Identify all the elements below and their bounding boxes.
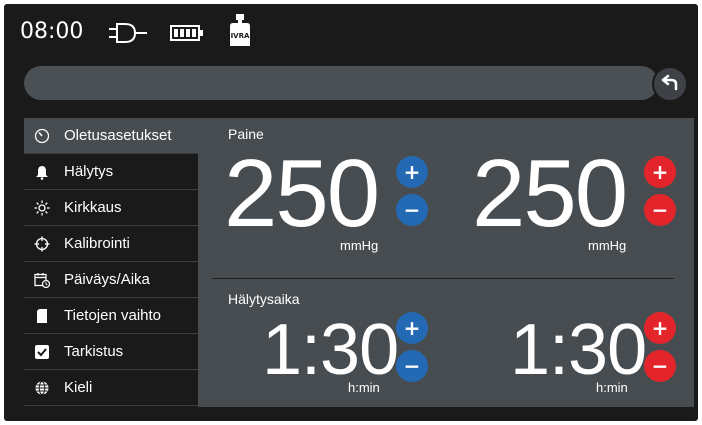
sidebar-item-label: Kieli — [64, 379, 93, 396]
sd-card-icon — [34, 308, 54, 324]
sidebar-item-kieli[interactable]: Kieli — [24, 370, 198, 406]
sidebar-item-halytys[interactable]: Hälytys — [24, 154, 198, 190]
plus-icon: + — [651, 316, 669, 340]
sidebar-item-label: Tarkistus — [64, 343, 124, 360]
plus-icon: + — [403, 316, 421, 340]
alarm-time-left-plus-button[interactable]: + — [396, 312, 428, 344]
alarm-time-title: Hälytysaika — [228, 291, 300, 307]
sidebar-item-label: Kirkkaus — [64, 199, 122, 216]
back-button[interactable] — [652, 66, 688, 102]
sun-icon — [34, 200, 54, 216]
alarm-time-right-value: 1:30 — [510, 310, 647, 390]
status-bar: 08:00 IVRA — [4, 4, 698, 60]
minus-icon: − — [403, 354, 421, 378]
pressure-left-plus-button[interactable]: + — [396, 156, 428, 188]
sidebar-item-paivays-aika[interactable]: Päiväys/Aika — [24, 262, 198, 298]
alarm-time-right-unit: h:min — [596, 380, 628, 395]
checkbox-icon — [34, 344, 54, 360]
sidebar-item-label: Oletusasetukset — [64, 127, 172, 144]
gauge-icon — [34, 128, 54, 144]
sidebar-item-tietojen-vaihto[interactable]: Tietojen vaihto — [24, 298, 198, 334]
svg-text:IVRA: IVRA — [231, 32, 250, 40]
clock: 08:00 — [20, 19, 84, 44]
calendar-clock-icon — [34, 272, 54, 288]
pressure-right-minus-button[interactable]: − — [644, 194, 676, 226]
pressure-right-unit: mmHg — [588, 238, 627, 253]
sidebar-item-tarkistus[interactable]: Tarkistus — [24, 334, 198, 370]
default-settings-panel: Paine 250 + − mmHg 250 + − mmHg Hälytysa… — [198, 118, 694, 407]
device-icon: IVRA — [227, 14, 253, 52]
bell-icon — [34, 164, 54, 180]
alarm-time-right-minus-button[interactable]: − — [644, 350, 676, 382]
plus-icon: + — [651, 160, 669, 184]
back-arrow-icon — [661, 73, 679, 95]
pressure-left-unit: mmHg — [340, 238, 379, 253]
globe-icon — [34, 380, 54, 396]
alarm-time-left-minus-button[interactable]: − — [396, 350, 428, 382]
settings-sidebar: Oletusasetukset Hälytys Kirkkaus Kalibro… — [24, 118, 198, 406]
sidebar-item-kirkkaus[interactable]: Kirkkaus — [24, 190, 198, 226]
pressure-right-plus-button[interactable]: + — [644, 156, 676, 188]
alarm-time-right-plus-button[interactable]: + — [644, 312, 676, 344]
device-screen: 08:00 IVRA Oletusasetukset Hälytys Kirkk… — [4, 4, 698, 421]
crosshair-icon — [34, 236, 54, 252]
sidebar-item-label: Tietojen vaihto — [64, 307, 162, 324]
plus-icon: + — [403, 160, 421, 184]
battery-icon — [170, 25, 204, 45]
minus-icon: − — [651, 354, 669, 378]
pressure-left-minus-button[interactable]: − — [396, 194, 428, 226]
top-bar — [24, 66, 658, 100]
pressure-left-value: 250 — [224, 140, 380, 247]
alarm-time-left-unit: h:min — [348, 380, 380, 395]
minus-icon: − — [403, 198, 421, 222]
sidebar-item-label: Kalibrointi — [64, 235, 130, 252]
section-divider — [212, 278, 674, 279]
plug-icon — [107, 22, 151, 48]
minus-icon: − — [651, 198, 669, 222]
sidebar-item-label: Hälytys — [64, 163, 114, 180]
sidebar-item-oletusasetukset[interactable]: Oletusasetukset — [24, 118, 198, 154]
alarm-time-left-value: 1:30 — [262, 310, 399, 390]
pressure-right-value: 250 — [472, 140, 628, 247]
sidebar-item-kalibrointi[interactable]: Kalibrointi — [24, 226, 198, 262]
sidebar-item-label: Päiväys/Aika — [64, 271, 150, 288]
